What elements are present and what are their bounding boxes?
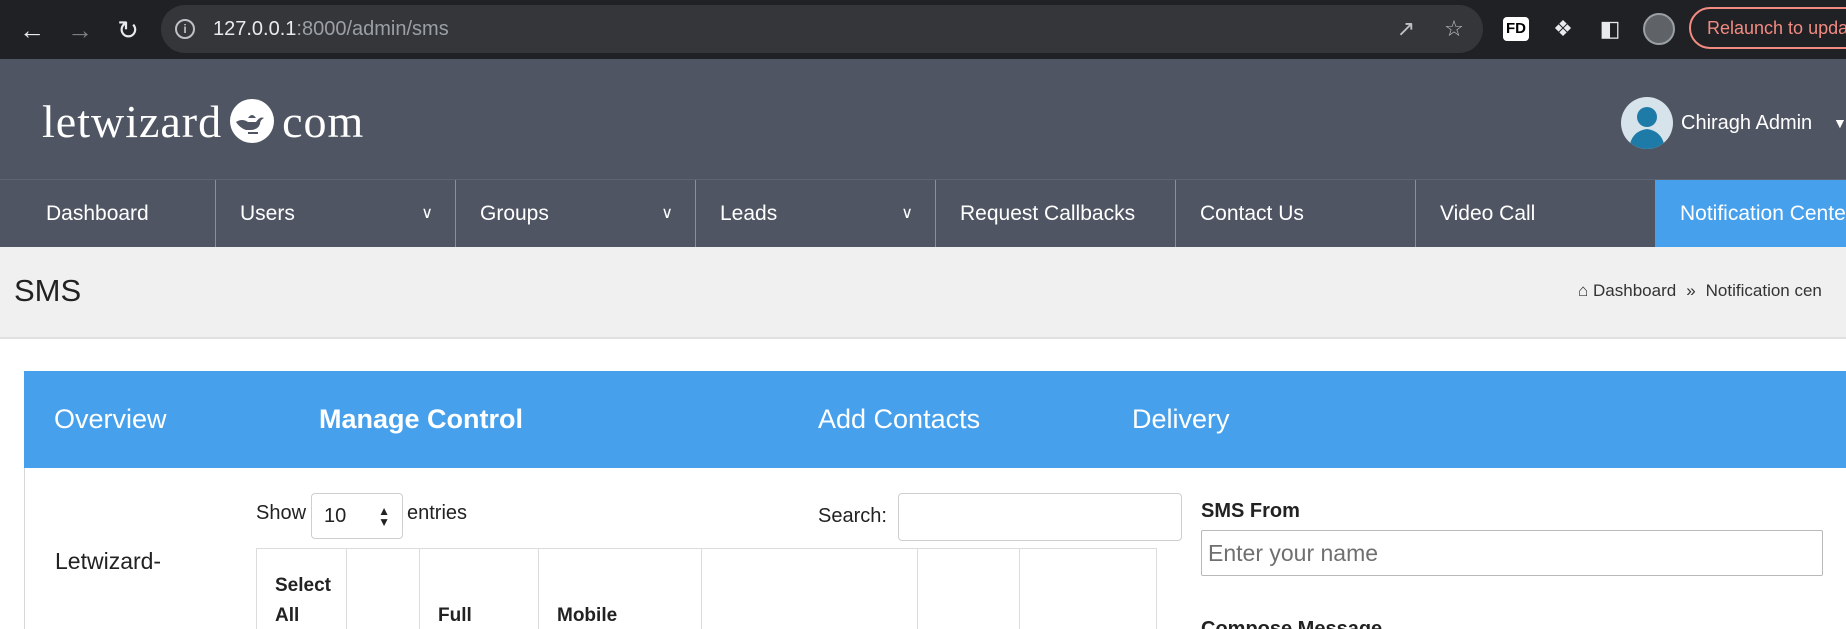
back-icon[interactable]: ← xyxy=(12,10,52,50)
nav-label: Dashboard xyxy=(46,202,149,225)
contacts-table: Select All Full Mobile xyxy=(256,548,1157,629)
column-header-select-all[interactable]: Select All xyxy=(256,548,347,629)
page-length-select[interactable]: 10 ▲ ▼ xyxy=(311,493,403,539)
column-header[interactable] xyxy=(346,548,420,629)
breadcrumb-current: Notification cen xyxy=(1705,281,1822,300)
column-header-full-name[interactable]: Full xyxy=(419,548,539,629)
site-info-icon[interactable]: i xyxy=(175,19,195,39)
nav-item-leads[interactable]: Leads ∨ xyxy=(696,180,936,248)
fd-extension-icon[interactable]: FD xyxy=(1503,17,1529,41)
user-name: Chiragh Admin xyxy=(1681,112,1813,134)
page-title: SMS xyxy=(14,273,82,308)
nav-label: Video Call xyxy=(1440,202,1536,225)
forward-icon[interactable]: → xyxy=(60,10,100,50)
profile-avatar[interactable] xyxy=(1643,13,1675,45)
reload-icon[interactable]: ↻ xyxy=(108,10,148,50)
tab-manage-control[interactable]: Manage Control xyxy=(319,371,523,468)
logo-text-right: com xyxy=(282,96,365,147)
url-text[interactable]: 127.0.0.1:8000/admin/sms xyxy=(213,18,449,41)
page-title-bar: SMS ⌂ Dashboard » Notification cen xyxy=(0,247,1846,339)
share-icon[interactable]: ↗ xyxy=(1393,17,1419,43)
breadcrumb-dashboard[interactable]: Dashboard xyxy=(1593,281,1676,300)
app-header: letwizard com Chiragh Admin ▼ xyxy=(0,59,1846,179)
side-panel-icon[interactable]: ◧ xyxy=(1594,13,1626,45)
group-list-item[interactable]: Letwizard- xyxy=(55,548,161,575)
nav-item-contact-us[interactable]: Contact Us xyxy=(1176,180,1416,248)
nav-label: Contact Us xyxy=(1200,202,1304,225)
url-host: 127.0.0.1 xyxy=(213,18,297,40)
caret-down-icon: ▼ xyxy=(1833,115,1846,131)
browser-toolbar: ← → ↻ i 127.0.0.1:8000/admin/sms ↗ ☆ FD … xyxy=(0,0,1846,59)
search-label: Search: xyxy=(818,505,887,527)
address-bar[interactable]: i 127.0.0.1:8000/admin/sms ↗ ☆ xyxy=(161,5,1483,53)
breadcrumb: ⌂ Dashboard » Notification cen xyxy=(1578,281,1822,301)
chevron-down-icon: ∨ xyxy=(901,205,913,222)
compose-message-label: Compose Message xyxy=(1201,618,1383,629)
relaunch-button[interactable]: Relaunch to upda xyxy=(1689,7,1846,49)
logo-text-left: letwizard xyxy=(42,96,223,147)
column-header[interactable] xyxy=(1019,548,1157,629)
sms-tabs: Overview Manage Control Add Contacts Del… xyxy=(24,371,1846,468)
select-arrows-icon: ▲ ▼ xyxy=(378,504,390,529)
url-path: :8000/admin/sms xyxy=(296,18,449,40)
nav-item-notification-center[interactable]: Notification Cente xyxy=(1656,180,1846,248)
tab-add-contacts[interactable]: Add Contacts xyxy=(818,371,980,468)
magic-lamp-icon xyxy=(230,99,275,143)
home-icon: ⌂ xyxy=(1578,281,1589,300)
nav-label: Notification Cente xyxy=(1680,202,1846,225)
nav-label: Groups xyxy=(480,202,549,225)
search-input[interactable] xyxy=(898,493,1182,541)
extensions-puzzle-icon[interactable]: ❖ xyxy=(1547,13,1579,45)
nav-label: Request Callbacks xyxy=(960,202,1136,225)
column-header[interactable] xyxy=(917,548,1020,629)
tab-content: Letwizard- Show 10 ▲ ▼ entries Search: Se… xyxy=(24,468,1846,629)
nav-item-dashboard[interactable]: Dashboard xyxy=(0,180,216,248)
nav-item-video-call[interactable]: Video Call xyxy=(1416,180,1656,248)
tab-overview[interactable]: Overview xyxy=(54,371,167,468)
chevron-down-icon: ∨ xyxy=(661,205,673,222)
tab-delivery[interactable]: Delivery xyxy=(1132,371,1230,468)
page-length-value: 10 xyxy=(324,505,347,527)
nav-item-request-callbacks[interactable]: Request Callbacks xyxy=(936,180,1176,248)
sms-from-label: SMS From xyxy=(1201,500,1300,522)
chevron-down-icon: ∨ xyxy=(421,205,433,222)
column-header[interactable] xyxy=(701,548,918,629)
site-logo[interactable]: letwizard com xyxy=(42,95,364,148)
nav-label: Leads xyxy=(720,202,778,225)
nav-label: Users xyxy=(240,202,295,225)
main-nav: Dashboard Users ∨ Groups ∨ Leads ∨ Request … xyxy=(0,179,1846,248)
show-label: Show xyxy=(256,502,307,524)
bookmark-star-icon[interactable]: ☆ xyxy=(1441,17,1467,43)
user-avatar xyxy=(1621,97,1673,149)
nav-item-users[interactable]: Users ∨ xyxy=(216,180,456,248)
entries-label: entries xyxy=(407,502,468,524)
column-header-mobile[interactable]: Mobile xyxy=(538,548,702,629)
sms-from-input[interactable] xyxy=(1201,530,1823,576)
breadcrumb-separator: » xyxy=(1686,281,1696,300)
nav-item-groups[interactable]: Groups ∨ xyxy=(456,180,696,248)
